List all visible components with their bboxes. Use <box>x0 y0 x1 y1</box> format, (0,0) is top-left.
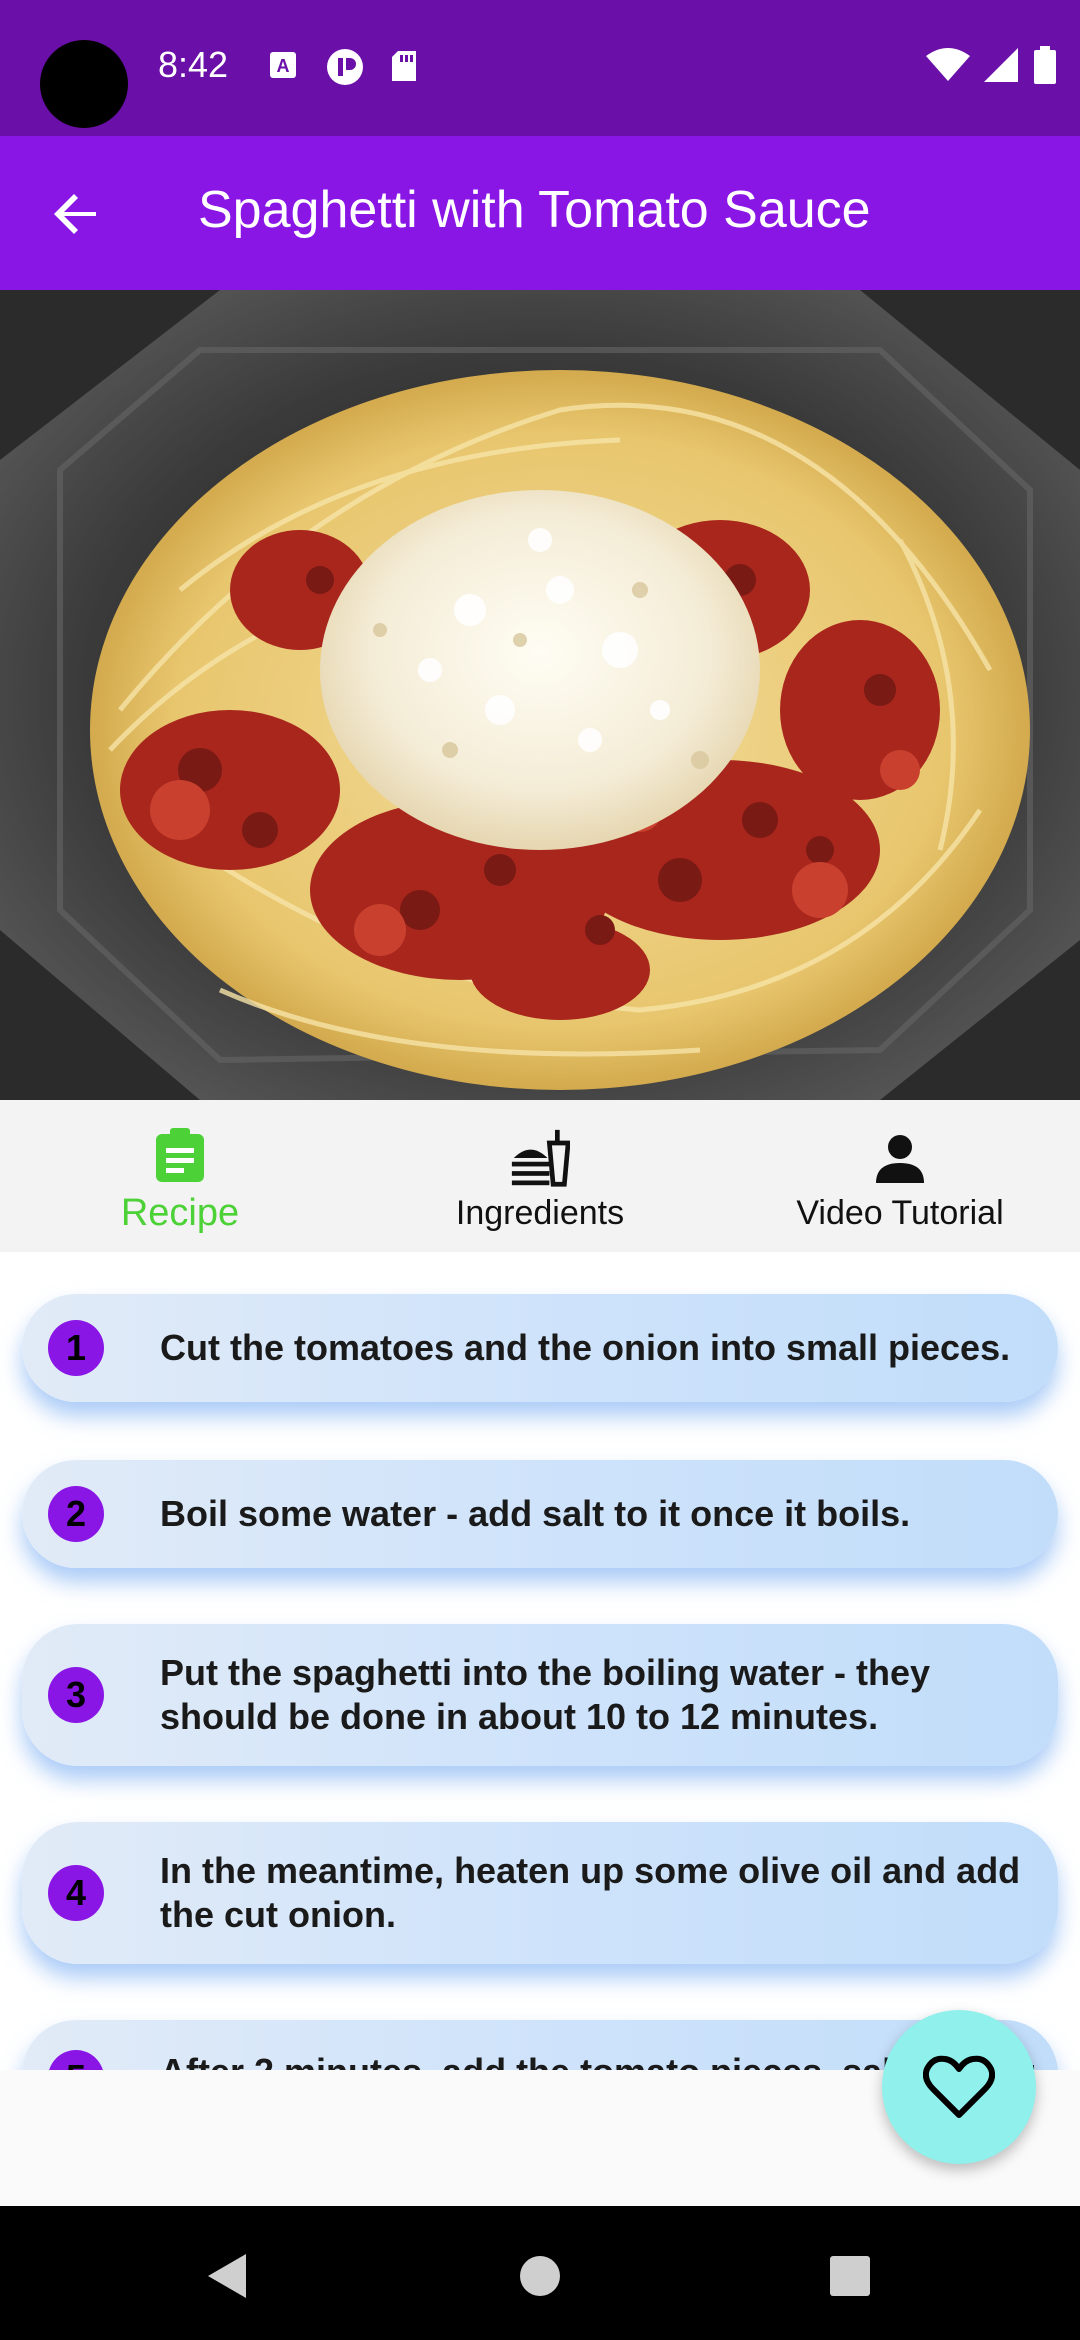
sd-card-icon <box>390 50 418 86</box>
status-time: 8:42 <box>158 44 229 85</box>
arrow-back-icon <box>54 194 96 234</box>
step-number: 1 <box>48 1320 104 1376</box>
circle-status-icon <box>326 48 364 90</box>
nav-home-button[interactable] <box>510 2246 570 2306</box>
tab-label: Ingredients <box>455 1193 625 1232</box>
step-text: Boil some water - add salt to it once it… <box>160 1493 911 1534</box>
recipe-photo <box>0 290 1080 1100</box>
nav-home-icon <box>520 2256 560 2296</box>
tab-video-tutorial[interactable]: Video Tutorial <box>720 1100 1080 1252</box>
fastfood-icon <box>510 1128 570 1188</box>
signal-icon <box>984 48 1020 86</box>
step-card-1: 1 Cut the tomatoes and the onion into sm… <box>22 1294 1058 1402</box>
tab-recipe[interactable]: Recipe <box>0 1100 360 1252</box>
step-number: 5 <box>48 2050 104 2070</box>
nav-back-icon <box>208 2254 246 2298</box>
step-text: In the meantime, heaten up some olive oi… <box>160 1850 1021 1935</box>
step-text: Put the spaghetti into the boiling water… <box>160 1652 931 1737</box>
status-bar: 8:42 A <box>0 0 1080 136</box>
favorite-button[interactable] <box>882 2010 1036 2164</box>
tab-label: Recipe <box>120 1191 240 1234</box>
step-number: 2 <box>48 1486 104 1542</box>
nav-recents-icon <box>830 2256 870 2296</box>
app-bar: Spaghetti with Tomato Sauce <box>0 136 1080 290</box>
step-card-4: 4 In the meantime, heaten up some olive … <box>22 1822 1058 1964</box>
step-card-2: 2 Boil some water - add salt to it once … <box>22 1460 1058 1568</box>
step-number: 4 <box>48 1865 104 1921</box>
nav-back-button[interactable] <box>196 2246 256 2306</box>
tab-ingredients[interactable]: Ingredients <box>360 1100 720 1252</box>
wifi-icon <box>926 48 970 86</box>
step-card-3: 3 Put the spaghetti into the boiling wat… <box>22 1624 1058 1766</box>
clipboard-icon <box>150 1126 210 1186</box>
spaghetti-bolognese-photo <box>0 290 1080 1100</box>
tab-label: Video Tutorial <box>796 1193 1004 1232</box>
person-icon <box>870 1128 930 1188</box>
svg-text:A: A <box>277 56 290 76</box>
favorite-border-icon <box>923 2055 995 2118</box>
system-navigation-bar <box>0 2206 1080 2340</box>
recipe-tabs: Recipe Ingredients Video Tutorial <box>0 1100 1080 1252</box>
page-title: Spaghetti with Tomato Sauce <box>198 181 871 239</box>
recipe-steps-list[interactable]: 1 Cut the tomatoes and the onion into sm… <box>0 1252 1080 2070</box>
step-text: Cut the tomatoes and the onion into smal… <box>160 1327 1011 1368</box>
battery-icon <box>1034 46 1056 88</box>
font-a-icon: A <box>268 50 298 84</box>
camera-cutout <box>40 40 128 128</box>
nav-recents-button[interactable] <box>820 2246 880 2306</box>
step-number: 3 <box>48 1667 104 1723</box>
back-button[interactable] <box>44 182 108 246</box>
